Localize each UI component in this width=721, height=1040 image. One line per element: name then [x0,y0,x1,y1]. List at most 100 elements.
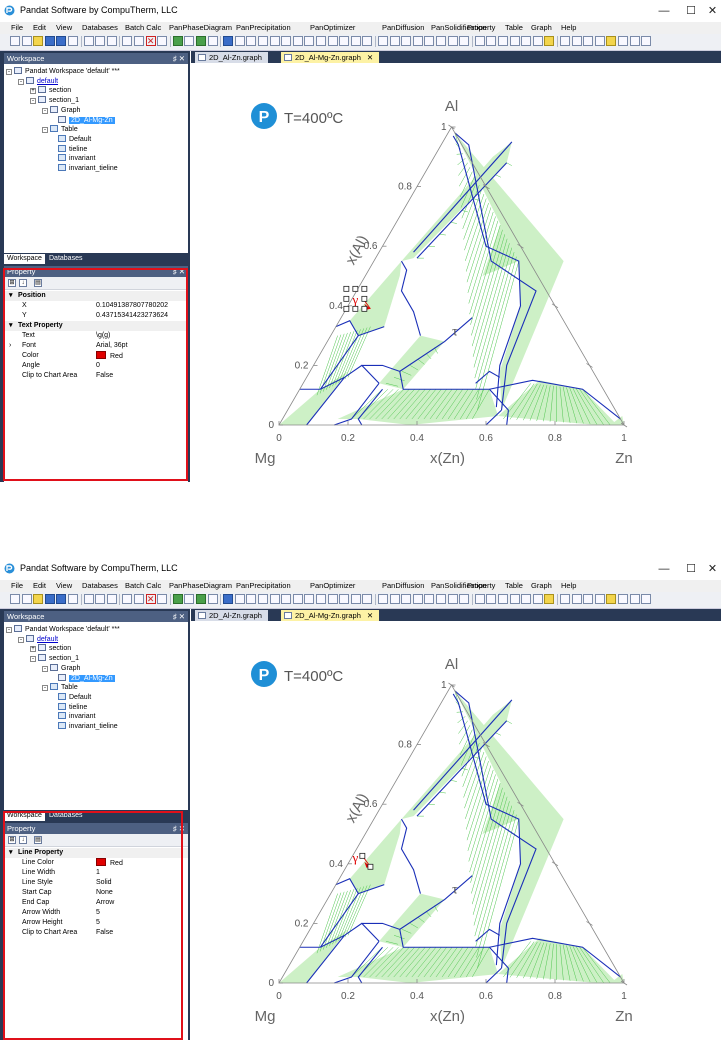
gamma-annotation[interactable]: γ [351,850,358,865]
property-row[interactable]: Clip to Chart Area False [4,371,188,381]
selection-handle[interactable] [367,863,374,870]
toolbar-button-icon[interactable] [281,36,292,46]
toolbar-button-icon[interactable] [641,594,652,604]
toolbar-button-icon[interactable] [196,36,206,46]
toolbar-button-icon[interactable] [339,594,350,604]
tree-table-tieline[interactable]: tieline [58,702,87,712]
toolbar-button-icon[interactable] [389,36,400,46]
menu-pandiffusion[interactable]: PanDiffusion [382,23,424,32]
toolbar-button-icon[interactable] [544,36,555,46]
close-tab-icon[interactable]: ✕ [367,611,373,620]
collapse-icon[interactable]: - [18,78,24,85]
menu-graph[interactable]: Graph [531,23,552,32]
menu-panprecipitation[interactable]: PanPrecipitation [236,581,291,590]
toolbar-button-icon[interactable] [327,594,338,604]
collapse-icon[interactable]: - [30,98,36,105]
selection-handle[interactable] [359,852,366,859]
toolbar-button-icon[interactable] [68,36,78,46]
menu-panprecipitation[interactable]: PanPrecipitation [236,23,291,32]
property-row[interactable]: Angle 0 [4,361,188,371]
toolbar-button-icon[interactable] [246,594,257,604]
toolbar-button-icon[interactable] [10,594,20,604]
maximize-button[interactable]: ☐ [677,560,705,578]
property-row[interactable]: Line Width 1 [4,868,188,878]
menu-property[interactable]: Property [467,581,495,590]
tab-al-mg-zn-graph[interactable]: 2D_Al-Mg-Zn.graph ✕ [281,610,380,621]
categorized-icon[interactable]: ⊞ [8,279,16,287]
toolbar-button-icon[interactable] [412,594,423,604]
toolbar-button-icon[interactable] [486,594,497,604]
selection-handle[interactable] [361,295,368,302]
expand-icon[interactable]: + [30,646,36,653]
tree-table-invariant-tieline[interactable]: invariant_tieline [58,164,118,173]
toolbar-button-icon[interactable] [486,36,497,46]
property-row[interactable]: End Cap Arrow [4,898,188,908]
toolbar-button-icon[interactable] [606,36,617,46]
property-row[interactable]: Arrow Height 5 [4,918,188,928]
property-value[interactable]: 0.10491387807780202 [96,301,168,311]
tree-graph-folder[interactable]: - Graph [42,663,80,673]
toolbar-button-icon[interactable] [157,594,168,604]
toolbar-button-icon[interactable] [106,36,117,46]
toolbar-button-icon[interactable] [33,594,44,604]
toolbar-button-icon[interactable] [544,594,555,604]
toolbar-button-icon[interactable] [234,36,245,46]
toolbar-button-icon[interactable] [424,594,435,604]
property-category[interactable]: ▾ Line Property [4,848,188,858]
tree-table-tieline[interactable]: tieline [58,144,87,154]
property-row[interactable]: Start Cap None [4,888,188,898]
toolbar-button-icon[interactable] [571,36,582,46]
toolbar-button-icon[interactable] [258,594,268,604]
selection-handle[interactable] [352,305,359,312]
toolbar-button-icon[interactable] [498,594,508,604]
toolbar-button-icon[interactable] [196,594,206,604]
property-category[interactable]: ▾ Position [4,291,188,301]
toolbar-button-icon[interactable] [95,594,106,604]
delete-icon[interactable]: ✕ [145,36,156,46]
toolbar-button-icon[interactable] [223,36,234,46]
toolbar-button-icon[interactable] [134,594,144,604]
toolbar-button-icon[interactable] [509,594,520,604]
menu-edit[interactable]: Edit [33,581,46,590]
tree-graph-folder[interactable]: - Graph [42,105,80,115]
property-value[interactable]: False [96,371,113,381]
toolbar-button-icon[interactable] [157,36,168,46]
collapse-icon[interactable]: - [42,127,48,134]
selection-handle[interactable] [361,305,368,312]
toolbar-button-icon[interactable] [234,594,245,604]
tree-table-default[interactable]: Default [58,692,91,702]
toolbar-button-icon[interactable] [292,36,303,46]
toolbar-button-icon[interactable] [56,36,67,46]
collapse-icon[interactable]: - [42,107,48,114]
menu-view[interactable]: View [56,23,72,32]
project-default[interactable]: - default [18,76,58,86]
menu-file[interactable]: File [11,23,23,32]
toolbar-button-icon[interactable] [532,36,543,46]
selection-handle[interactable] [352,285,359,292]
property-value[interactable]: \g(g) [96,331,110,341]
menu-file[interactable]: File [11,581,23,590]
minimize-button[interactable]: — [650,2,678,20]
property-pin-close-icons[interactable]: ♯ ✕ [173,823,185,834]
toolbar-button-icon[interactable] [436,594,446,604]
close-button[interactable]: ✕ [704,560,721,578]
toolbar-button-icon[interactable] [258,36,268,46]
toolbar-button-icon[interactable] [629,36,640,46]
toolbar-button-icon[interactable] [412,36,423,46]
property-pin-close-icons[interactable]: ♯ ✕ [173,266,185,277]
toolbar-button-icon[interactable] [223,594,234,604]
categorized-icon[interactable]: ⊞ [8,836,16,844]
menu-panphasediagram[interactable]: PanPhaseDiagram [169,581,232,590]
tab-al-zn-graph[interactable]: 2D_Al-Zn.graph [195,610,268,621]
property-row[interactable]: Arrow Width 5 [4,908,188,918]
menu-batch-calc[interactable]: Batch Calc [125,23,161,32]
project-default[interactable]: - default [18,634,58,644]
property-pages-icon[interactable]: ▤ [34,836,42,844]
toolbar-button-icon[interactable] [122,36,133,46]
toolbar-button-icon[interactable] [207,594,218,604]
property-value[interactable]: 5 [96,908,100,918]
menu-table[interactable]: Table [505,23,523,32]
collapse-icon[interactable]: - [30,656,36,663]
menu-help[interactable]: Help [561,23,576,32]
toolbar-button-icon[interactable] [304,36,315,46]
